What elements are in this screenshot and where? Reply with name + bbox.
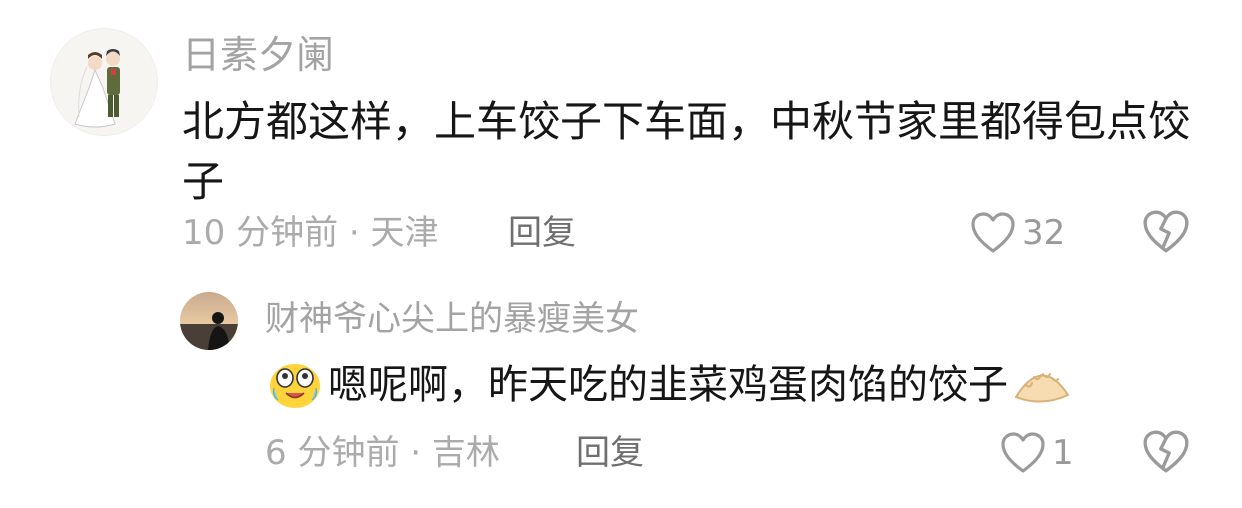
like-count: 32 [1022,213,1066,253]
reply-meta: 6 分钟前 · 吉林 [265,433,500,473]
heart-icon [971,212,1015,253]
heart-icon [1001,432,1045,473]
comment-text: 北方都这样，上车饺子下车面，中秋节家里都得包点饺子 [182,97,1191,206]
like-button[interactable]: 32 [970,210,1065,256]
comment-meta: 10 分钟前 · 天津 [182,213,439,253]
reply-username[interactable]: 财神爷心尖上的暴瘦美女 [265,294,639,344]
broken-heart-icon [1143,430,1189,473]
teary-smile-emoji [270,364,320,408]
broken-heart-icon [1143,210,1189,253]
silhouette-sunset-avatar-icon [180,292,238,350]
reply-text-row: 嗯呢啊，昨天吃的韭菜鸡蛋肉馅的饺子 [268,355,1168,415]
avatar[interactable] [180,292,238,350]
reply-button[interactable]: 回复 [508,208,576,258]
avatar[interactable] [50,28,158,136]
dislike-button[interactable] [1142,210,1190,258]
dumpling-emoji [1014,373,1070,403]
comment-username[interactable]: 日素夕阑 [182,30,334,80]
dislike-button[interactable] [1142,430,1190,478]
like-button[interactable]: 1 [1000,430,1074,476]
reply-button[interactable]: 回复 [576,428,644,478]
bride-groom-avatar-icon [51,29,157,135]
reply-text: 嗯呢啊，昨天吃的韭菜鸡蛋肉馅的饺子 [328,362,1008,408]
like-count: 1 [1052,433,1074,473]
